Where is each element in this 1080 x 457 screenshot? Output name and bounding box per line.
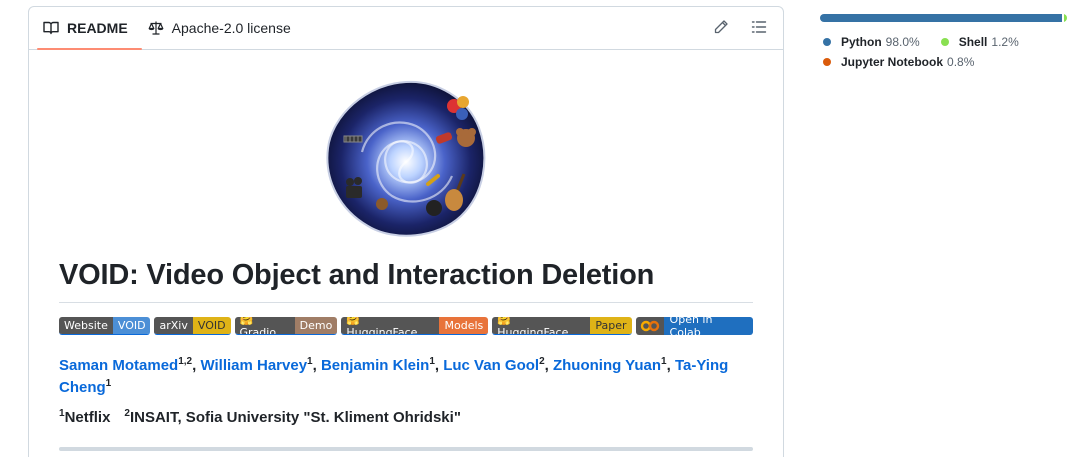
- badge-row: Website VOID arXiv VOID 🤗Gradio Demo 🤗 H…: [59, 317, 754, 337]
- edit-pencil-icon[interactable]: [713, 19, 731, 37]
- language-name: Jupyter Notebook: [841, 55, 944, 69]
- language-percent: 98.0%: [885, 35, 920, 49]
- affiliation-name: INSAIT, Sofia University "St. Kliment Oh…: [129, 409, 461, 426]
- huggingface-models-badge[interactable]: 🤗 HuggingFace Models: [341, 317, 489, 335]
- language-bar-segment: [1064, 14, 1067, 22]
- void-logo-image: [316, 76, 496, 241]
- language-color-dot: [940, 38, 949, 46]
- badge-left: 🤗 HuggingFace: [341, 317, 440, 334]
- colab-logo-icon: [635, 317, 664, 335]
- language-percent: 0.8%: [947, 55, 975, 69]
- badge-right: Models: [439, 317, 489, 334]
- separator: ,: [666, 357, 675, 374]
- author-affil-sup: 1,2: [178, 356, 193, 367]
- author-link[interactable]: Saman Motamed: [59, 357, 178, 374]
- huggingface-paper-badge[interactable]: 🤗 HuggingFace Paper: [492, 317, 632, 335]
- languages-panel: Python 98.0% Shell 1.2% Jupyter Notebook…: [820, 14, 1067, 72]
- badge-right: VOID: [112, 317, 151, 334]
- affiliation-name: Netflix: [64, 409, 111, 426]
- author-link[interactable]: Zhuoning Yuan: [553, 357, 661, 374]
- language-color-dot: [823, 38, 831, 46]
- badge-right: Demo: [294, 317, 338, 334]
- author-link[interactable]: Luc Van Gool: [443, 357, 539, 374]
- gradio-demo-badge[interactable]: 🤗Gradio Demo: [234, 317, 338, 335]
- author-link[interactable]: Benjamin Klein: [321, 357, 429, 374]
- arxiv-badge[interactable]: arXiv VOID: [154, 317, 231, 335]
- badge-left: 🤗Gradio: [234, 317, 295, 334]
- badge-left: Website: [59, 317, 113, 334]
- law-scale-icon: [148, 20, 164, 36]
- author-link[interactable]: William Harvey: [200, 357, 307, 374]
- website-badge[interactable]: Website VOID: [59, 317, 151, 335]
- badge-right: Paper: [590, 317, 632, 334]
- separator: ,: [544, 357, 553, 374]
- badge-right: Open in Colab: [663, 317, 754, 335]
- tab-label: Apache-2.0 license: [171, 20, 291, 36]
- separator: ,: [312, 357, 321, 374]
- language-color-dot: [823, 58, 831, 66]
- author-affil-sup: 1: [105, 378, 112, 389]
- readme-title: VOID: Video Object and Interaction Delet…: [59, 259, 753, 303]
- section-divider: [59, 447, 753, 451]
- book-icon: [43, 20, 59, 36]
- outline-list-icon[interactable]: [751, 19, 769, 37]
- language-percent: 1.2%: [991, 35, 1019, 49]
- badge-left: 🤗 HuggingFace: [492, 317, 591, 334]
- language-item-shell[interactable]: Shell 1.2%: [938, 32, 1019, 52]
- affiliation-list: 1Netflix 2INSAIT, Sofia University "St. K…: [59, 407, 753, 429]
- language-item-jupyter-notebook[interactable]: Jupyter Notebook 0.8%: [820, 52, 974, 72]
- tab-readme[interactable]: README: [37, 7, 142, 50]
- readme-tabs: README Apache-2.0 license: [29, 7, 783, 50]
- language-bar: [820, 14, 1067, 22]
- readme-panel: README Apache-2.0 license VOID: Video Ob…: [28, 6, 784, 457]
- tab-label: README: [67, 20, 128, 36]
- language-item-python[interactable]: Python 98.0%: [820, 32, 920, 52]
- badge-left: arXiv: [154, 317, 193, 334]
- language-name: Shell: [958, 35, 988, 49]
- author-list: Saman Motamed1,2, William Harvey 1, Benja…: [59, 355, 753, 399]
- separator: ,: [434, 357, 444, 374]
- tab-license[interactable]: Apache-2.0 license: [148, 7, 299, 49]
- language-bar-segment: [820, 14, 1063, 22]
- language-name: Python: [841, 35, 882, 49]
- open-in-colab-badge[interactable]: Open in Colab: [635, 317, 754, 335]
- badge-right: VOID: [192, 317, 231, 334]
